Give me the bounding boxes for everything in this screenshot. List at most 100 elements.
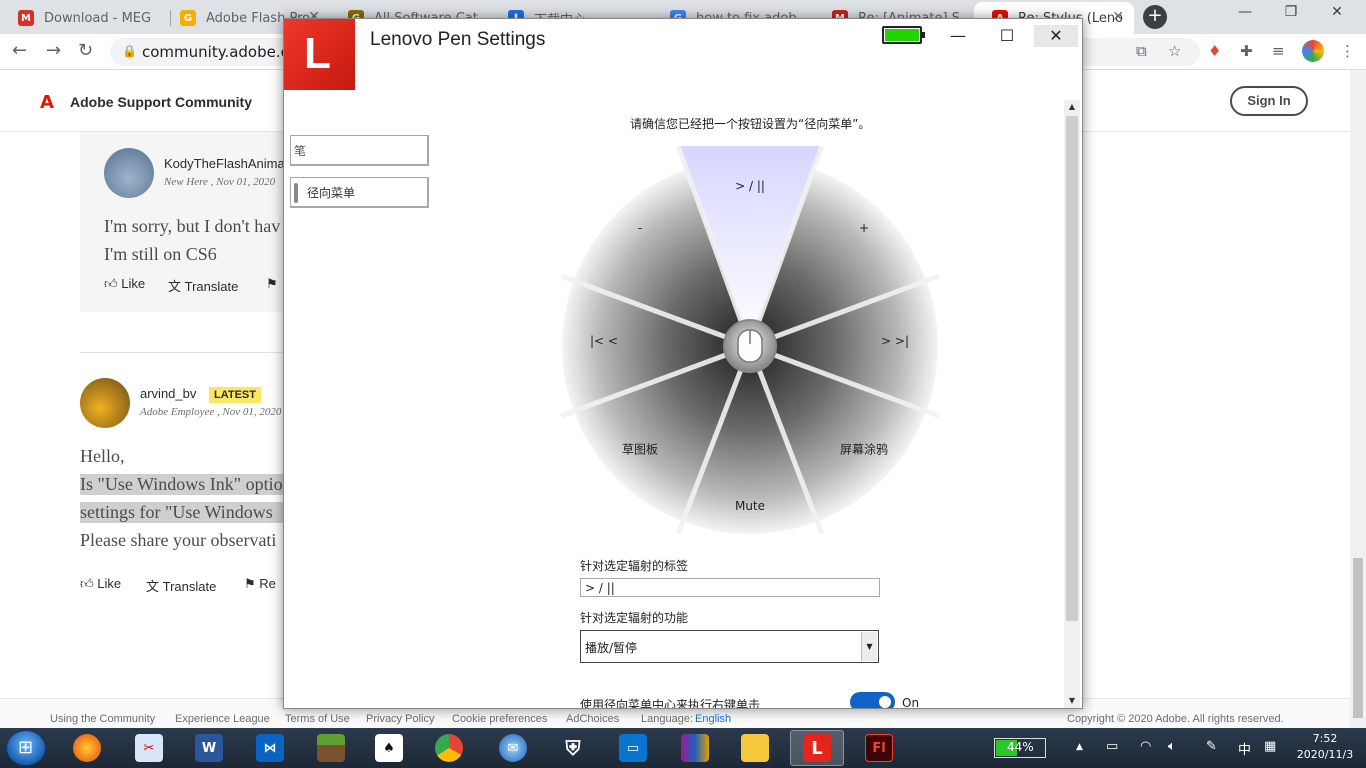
footer-link[interactable]: Using the Community bbox=[50, 713, 155, 725]
center-click-toggle[interactable] bbox=[850, 692, 895, 708]
tab-label: Download - MEG bbox=[44, 10, 152, 26]
post-author[interactable]: arvind_bv bbox=[140, 386, 196, 401]
taskbar-battery-icon[interactable]: 44% bbox=[994, 738, 1046, 758]
post-text-highlighted: settings for "Use Windows bbox=[80, 502, 290, 523]
sign-in-button[interactable]: Sign In bbox=[1230, 86, 1308, 116]
taskbar-remote-desktop[interactable]: ▭ bbox=[606, 730, 660, 766]
taskbar-flash[interactable]: Fl bbox=[852, 730, 906, 766]
reload-icon[interactable]: ↻ bbox=[78, 40, 93, 61]
footer-link[interactable]: Terms of Use bbox=[285, 713, 350, 725]
tab-favicon-icon: M bbox=[18, 10, 34, 26]
segment-label-input[interactable] bbox=[580, 578, 880, 597]
chrome-menu-icon[interactable]: ⋮ bbox=[1340, 42, 1355, 60]
taskbar-clock[interactable]: 7:52 2020/11/3 bbox=[1292, 731, 1358, 763]
post-text: Hello, bbox=[80, 446, 125, 466]
word-icon: W bbox=[195, 734, 223, 762]
taskbar-minecraft[interactable] bbox=[304, 730, 358, 766]
browser-close-button[interactable]: ✕ bbox=[1322, 4, 1352, 20]
segment-function-select[interactable]: 播放/暂停 ▼ bbox=[580, 630, 879, 663]
browser-maximize-button[interactable]: ❐ bbox=[1276, 4, 1306, 20]
radial-label-bottom[interactable]: Mute bbox=[735, 499, 765, 513]
translate-button[interactable]: 文 Translate bbox=[168, 276, 238, 295]
post-text: I'm sorry, but I don't hav bbox=[104, 216, 281, 236]
radial-label-right[interactable]: > >| bbox=[881, 334, 909, 348]
footer-link[interactable]: Cookie preferences bbox=[452, 713, 547, 725]
tab-close-icon[interactable]: ✕ bbox=[1112, 9, 1124, 25]
minimize-button[interactable]: — bbox=[936, 25, 980, 47]
firefox-icon bbox=[73, 734, 101, 762]
wifi-icon[interactable]: ◠ bbox=[1140, 739, 1151, 754]
volume-icon[interactable]: 🔈︎ bbox=[1168, 739, 1176, 754]
taskbar-chrome[interactable] bbox=[422, 730, 476, 766]
back-arrow-icon[interactable]: ← bbox=[12, 40, 27, 61]
post-text: Please share your observati bbox=[80, 530, 277, 550]
scrollbar-thumb[interactable] bbox=[1066, 116, 1078, 621]
profile-avatar-icon[interactable] bbox=[1302, 40, 1324, 62]
radial-label-left[interactable]: |< < bbox=[590, 334, 618, 348]
taskbar-word[interactable]: W bbox=[182, 730, 236, 766]
post-author[interactable]: KodyTheFlashAnima bbox=[164, 156, 285, 171]
taskbar-firefox[interactable] bbox=[60, 730, 114, 766]
browser-tab[interactable]: M Download - MEG bbox=[0, 2, 170, 34]
translate-icon: 文 bbox=[146, 579, 160, 594]
radial-label-bottom-left[interactable]: 草图板 bbox=[622, 441, 658, 458]
function-field-title: 针对选定辐射的功能 bbox=[580, 611, 689, 625]
nav-item-radial-menu[interactable]: 径向菜单 bbox=[290, 177, 429, 208]
forward-arrow-icon[interactable]: → bbox=[46, 40, 61, 61]
lenovo-logo-icon: L bbox=[803, 734, 831, 762]
report-flag-icon[interactable]: ⚑ bbox=[266, 276, 278, 292]
taskbar-snipping-tool[interactable]: ✂ bbox=[122, 730, 176, 766]
lock-icon: 🔒 bbox=[122, 44, 137, 58]
settings-scrollbar[interactable]: ▲ ▼ bbox=[1064, 100, 1080, 708]
radial-label-top-right[interactable]: + bbox=[859, 221, 869, 235]
close-button[interactable]: ✕ bbox=[1034, 25, 1078, 47]
taskbar-lenovo-pen[interactable]: L bbox=[790, 730, 844, 766]
like-button[interactable]: 👍︎ Like bbox=[104, 276, 145, 292]
tray-expand-arrow-icon[interactable]: ▲ bbox=[1076, 742, 1083, 752]
url-text: community.adobe.co bbox=[142, 43, 299, 61]
taskbar-file-explorer[interactable] bbox=[728, 730, 782, 766]
nav-item-pen[interactable]: 笔 bbox=[290, 135, 429, 166]
tray-battery-icon[interactable]: ▭ bbox=[1106, 739, 1118, 754]
ime-grid-icon[interactable]: ▦ bbox=[1264, 739, 1276, 754]
post-meta: Adobe Employee , Nov 01, 2020 bbox=[140, 406, 282, 418]
pen-tray-icon[interactable]: ✎ bbox=[1206, 739, 1217, 754]
adobe-logo-icon[interactable]: A bbox=[40, 92, 54, 113]
scroll-down-arrow-icon[interactable]: ▼ bbox=[1064, 694, 1080, 708]
ime-indicator[interactable]: 中 bbox=[1238, 739, 1251, 758]
taskbar-thunderbird[interactable]: ✉ bbox=[486, 730, 540, 766]
radial-label-top[interactable]: > / || bbox=[735, 179, 765, 193]
extension-flame-icon[interactable]: ♦ bbox=[1208, 42, 1221, 60]
taskbar-security[interactable]: ⛨ bbox=[546, 730, 600, 766]
taskbar-visual-studio[interactable]: ⋈ bbox=[243, 730, 297, 766]
avatar[interactable] bbox=[104, 148, 154, 198]
radial-label-top-left[interactable]: - bbox=[638, 221, 642, 235]
dropdown-arrow-icon[interactable]: ▼ bbox=[861, 632, 877, 661]
scroll-up-arrow-icon[interactable]: ▲ bbox=[1064, 100, 1080, 114]
bookmark-star-icon[interactable]: ☆ bbox=[1168, 42, 1181, 60]
page-scrollbar[interactable] bbox=[1350, 70, 1366, 728]
media-queue-icon[interactable]: ≡ bbox=[1272, 42, 1285, 60]
reply-button[interactable]: ⚑ Re bbox=[244, 576, 276, 592]
windows-taskbar: ⊞ ✂ W ⋈ ♠ ✉ ⛨ ▭ L Fl 44% ▲ ▭ ◠ 🔈︎ ✎ 中 ▦ … bbox=[0, 728, 1366, 768]
new-tab-button[interactable]: + bbox=[1143, 5, 1167, 29]
taskbar-solitaire[interactable]: ♠ bbox=[362, 730, 416, 766]
language-link[interactable]: English bbox=[695, 713, 731, 725]
radial-label-bottom-right[interactable]: 屏幕涂鸦 bbox=[840, 441, 888, 458]
site-name[interactable]: Adobe Support Community bbox=[70, 94, 252, 110]
translate-button[interactable]: 文 Translate bbox=[146, 576, 216, 595]
start-button[interactable]: ⊞ bbox=[6, 730, 46, 766]
taskbar-winrar[interactable] bbox=[668, 730, 722, 766]
maximize-button[interactable]: ☐ bbox=[985, 25, 1029, 47]
footer-link[interactable]: AdChoices bbox=[566, 713, 619, 725]
label-field-title: 针对选定辐射的标签 bbox=[580, 559, 689, 573]
tab-favicon-icon: G bbox=[180, 10, 196, 26]
browser-minimize-button[interactable]: — bbox=[1230, 4, 1260, 20]
window-title: Lenovo Pen Settings bbox=[370, 29, 546, 50]
like-button[interactable]: 👍︎ Like bbox=[80, 576, 121, 592]
extensions-puzzle-icon[interactable]: ✚ bbox=[1240, 42, 1253, 60]
footer-link[interactable]: Privacy Policy bbox=[366, 713, 434, 725]
footer-link[interactable]: Experience League bbox=[175, 713, 270, 725]
avatar[interactable] bbox=[80, 378, 130, 428]
translate-icon[interactable]: ⧉ bbox=[1136, 42, 1147, 60]
